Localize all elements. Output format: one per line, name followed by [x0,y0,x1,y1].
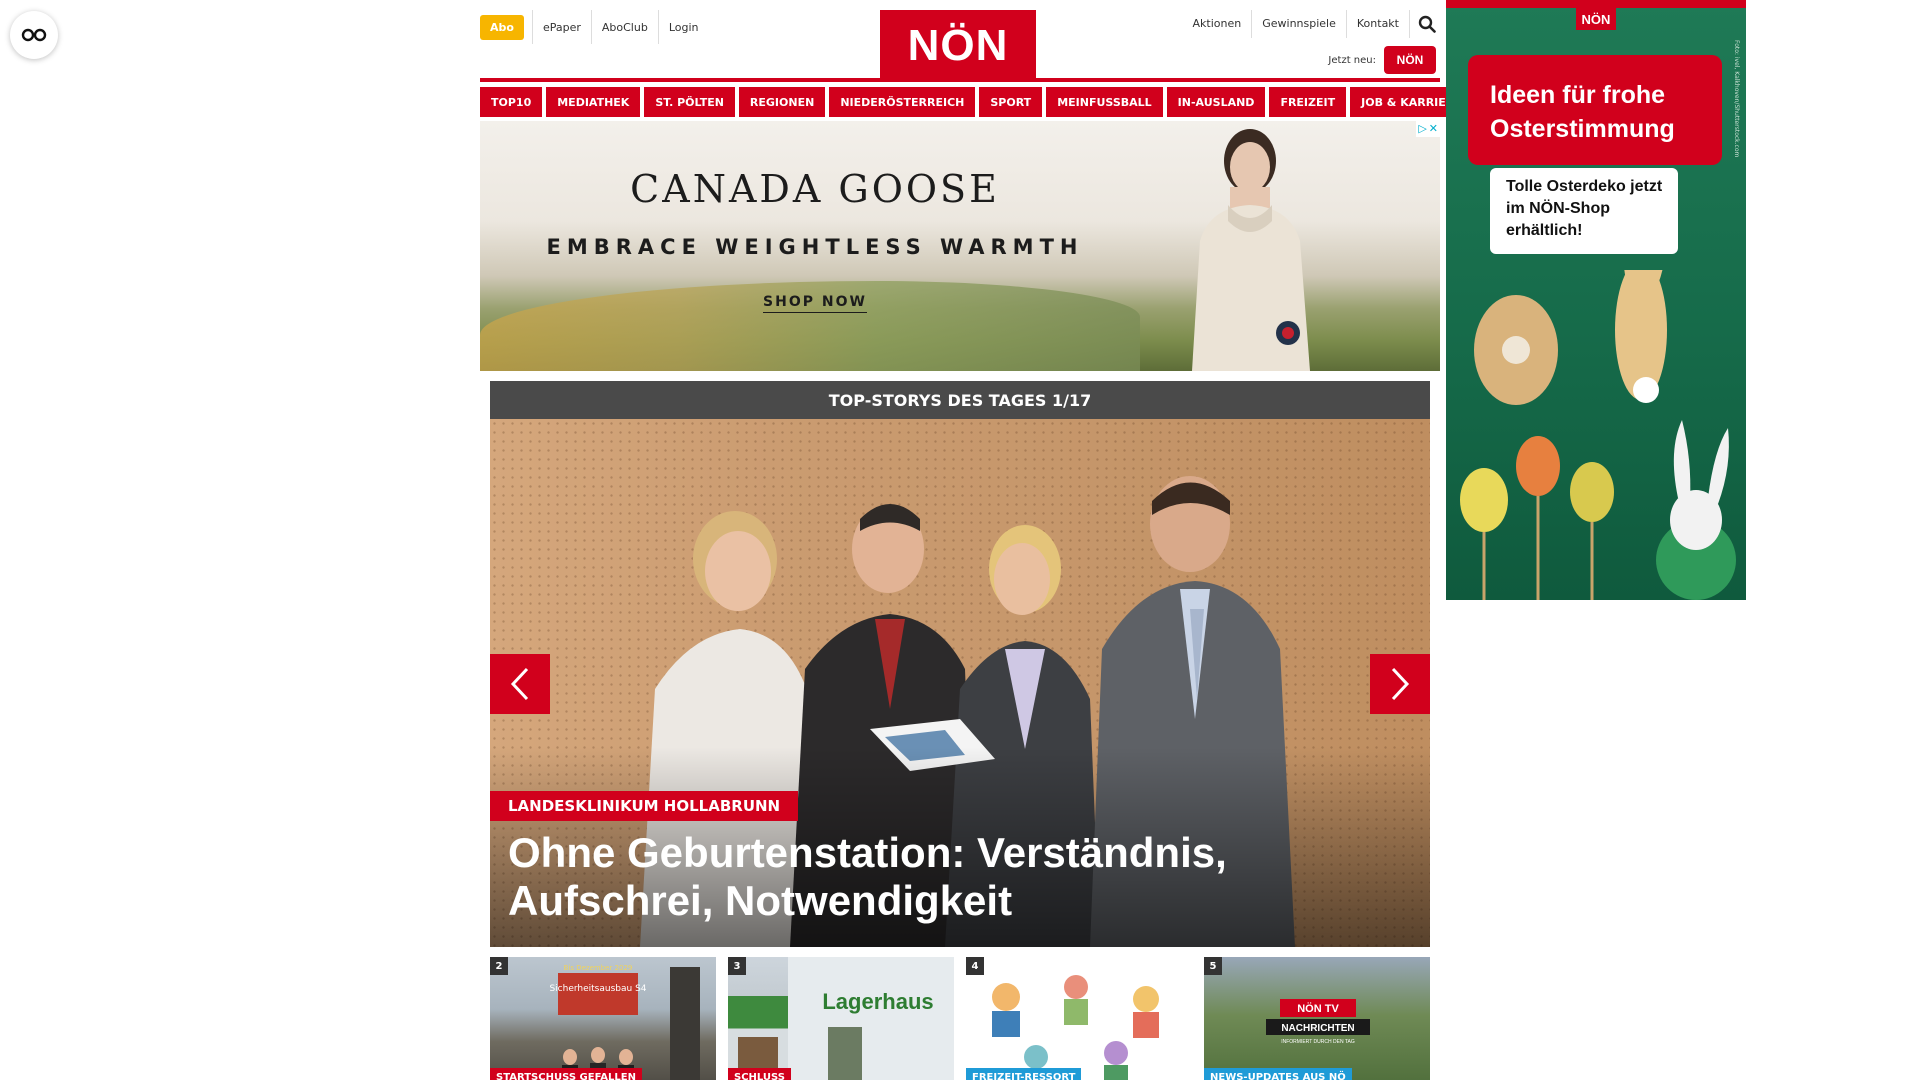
thumb-tag: STARTSCHUSS GEFALLEN [490,1068,642,1080]
abo-button[interactable]: Abo [480,14,524,40]
story-thumbnails: Sicherheitsausbau S4 Bis Dezember 2029 2… [490,957,1430,1080]
noen-logo[interactable]: NÖN [880,10,1036,82]
accessibility-button[interactable] [10,11,58,59]
nav-regionen[interactable]: REGIONEN [738,87,826,117]
nav-niederoesterreich[interactable]: NIEDERÖSTERREICH [829,87,976,117]
thumb-2-sign-text: Sicherheitsausbau S4 [549,984,646,994]
chevron-left-icon [510,667,529,701]
thumb-image-lagerhaus: Lagerhaus [738,957,954,1080]
nav-in-ausland[interactable]: IN-AUSLAND [1166,87,1266,117]
adchoices-badge[interactable]: ▷ ✕ [1416,121,1440,137]
hero-title[interactable]: Ohne Geburtenstation: Verständnis, Aufsc… [508,829,1408,925]
gewinnspiele-link[interactable]: Gewinnspiele [1252,10,1347,38]
close-icon[interactable]: ✕ [1429,122,1438,136]
thumb-number: 3 [728,957,746,975]
chevron-right-icon [1391,667,1410,701]
top-nav-right: Aktionen Gewinnspiele Kontakt [1183,10,1440,38]
sky-ad-top-bar [1446,0,1746,8]
hero-kicker[interactable]: LANDESKLINIKUM HOLLABRUNN [490,791,799,821]
thumb-2-sign-date: Bis Dezember 2029 [564,964,633,972]
story-thumb-2[interactable]: Sicherheitsausbau S4 Bis Dezember 2029 2… [490,957,716,1080]
banner-model-image [1192,129,1310,371]
thumb-number: 5 [1204,957,1222,975]
main-navigation: TOP10 MEDIATHEK ST. PÖLTEN REGIONEN NIED… [480,87,1473,117]
thumb-image-construction: Sicherheitsausbau S4 Bis Dezember 2029 [549,964,700,1080]
search-button[interactable] [1414,10,1440,38]
thumb-tag: SCHLUSS [728,1068,792,1080]
jetzt-neu: Jetzt neu: NÖN [1328,46,1436,74]
page-container: Abo ePaper AboClub Login NÖN Aktionen Ge… [480,0,1473,1080]
nav-freizeit[interactable]: FREIZEIT [1269,87,1347,117]
skyscraper-ad[interactable]: NÖN Foto: ivel, Kalkhoven/Shutterstock.c… [1446,0,1746,600]
nav-sport[interactable]: SPORT [979,87,1043,117]
story-thumb-5[interactable]: NÖN TV NACHRICHTEN INFORMIERT DURCH DEN … [1204,957,1430,1080]
thumb-tag: NEWS-UPDATES AUS NÖ [1204,1068,1352,1080]
thumb-number: 4 [966,957,984,975]
nav-mediathek[interactable]: MEDIATHEK [546,87,641,117]
thumb-5-heading: NACHRICHTEN [1281,1023,1354,1034]
top-nav-left: Abo ePaper AboClub Login [480,10,709,44]
thumb-image-illustration [992,975,1159,1080]
accessibility-glasses-icon [21,28,47,42]
sky-ad-subtext: Tolle Osterdeko jetzt im NÖN-Shop erhält… [1506,178,1663,239]
story-thumb-3[interactable]: Lagerhaus 3 SCHLUSS [728,957,954,1080]
hero-story[interactable]: LANDESKLINIKUM HOLLABRUNN Ohne Geburtens… [490,419,1430,947]
top-stories: TOP-STORYS DES TAGES 1/17 LANDESKLINIKUM… [490,381,1430,1080]
sky-ad-credit: Foto: ivel, Kalkhoven/Shutterstock.com [1733,40,1740,158]
top-stories-header: TOP-STORYS DES TAGES 1/17 [490,381,1430,419]
aktionen-link[interactable]: Aktionen [1183,10,1253,38]
slider-prev-button[interactable] [490,654,550,714]
adchoices-icon[interactable]: ▷ [1418,122,1426,136]
banner-tagline: EMBRACE WEIGHTLESS WARMTH [546,235,1084,259]
aboclub-link[interactable]: AboClub [590,10,658,44]
nav-st-poelten[interactable]: ST. PÖLTEN [644,87,735,117]
thumb-tag: FREIZEIT-RESSORT [966,1068,1082,1080]
search-icon [1418,15,1436,33]
sky-ad-headline: Ideen für frohe Osterstimmung [1490,81,1675,143]
shop-now-link[interactable]: SHOP NOW [763,294,867,313]
site-header: Abo ePaper AboClub Login NÖN Aktionen Ge… [480,0,1440,82]
thumb-5-subheading: INFORMIERT DURCH DEN TAG [1281,1039,1355,1045]
banner-cta: SHOP NOW [480,291,1150,313]
sky-ad-logo: NÖN [1576,8,1616,30]
jetzt-neu-label: Jetzt neu: [1328,54,1376,66]
nav-top10[interactable]: TOP10 [480,87,543,117]
thumb-image-noen-tv: NÖN TV NACHRICHTEN INFORMIERT DURCH DEN … [1266,999,1370,1045]
thumb-3-sign-text: Lagerhaus [822,989,933,1014]
meine-noen-logo[interactable]: NÖN [1384,46,1436,74]
epaper-link[interactable]: ePaper [531,10,591,44]
story-thumb-4[interactable]: 4 FREIZEIT-RESSORT [966,957,1192,1080]
login-link[interactable]: Login [657,10,709,44]
thumb-5-logo: NÖN TV [1297,1002,1339,1015]
nav-meinfussball[interactable]: MEINFUSSBALL [1046,87,1163,117]
banner-ad[interactable]: CANADA GOOSE EMBRACE WEIGHTLESS WARMTH S… [480,121,1440,371]
sky-ad-easter-image [1460,270,1736,600]
slider-next-button[interactable] [1370,654,1430,714]
thumb-number: 2 [490,957,508,975]
kontakt-link[interactable]: Kontakt [1347,10,1410,38]
banner-brand: CANADA GOOSE [630,167,1000,211]
